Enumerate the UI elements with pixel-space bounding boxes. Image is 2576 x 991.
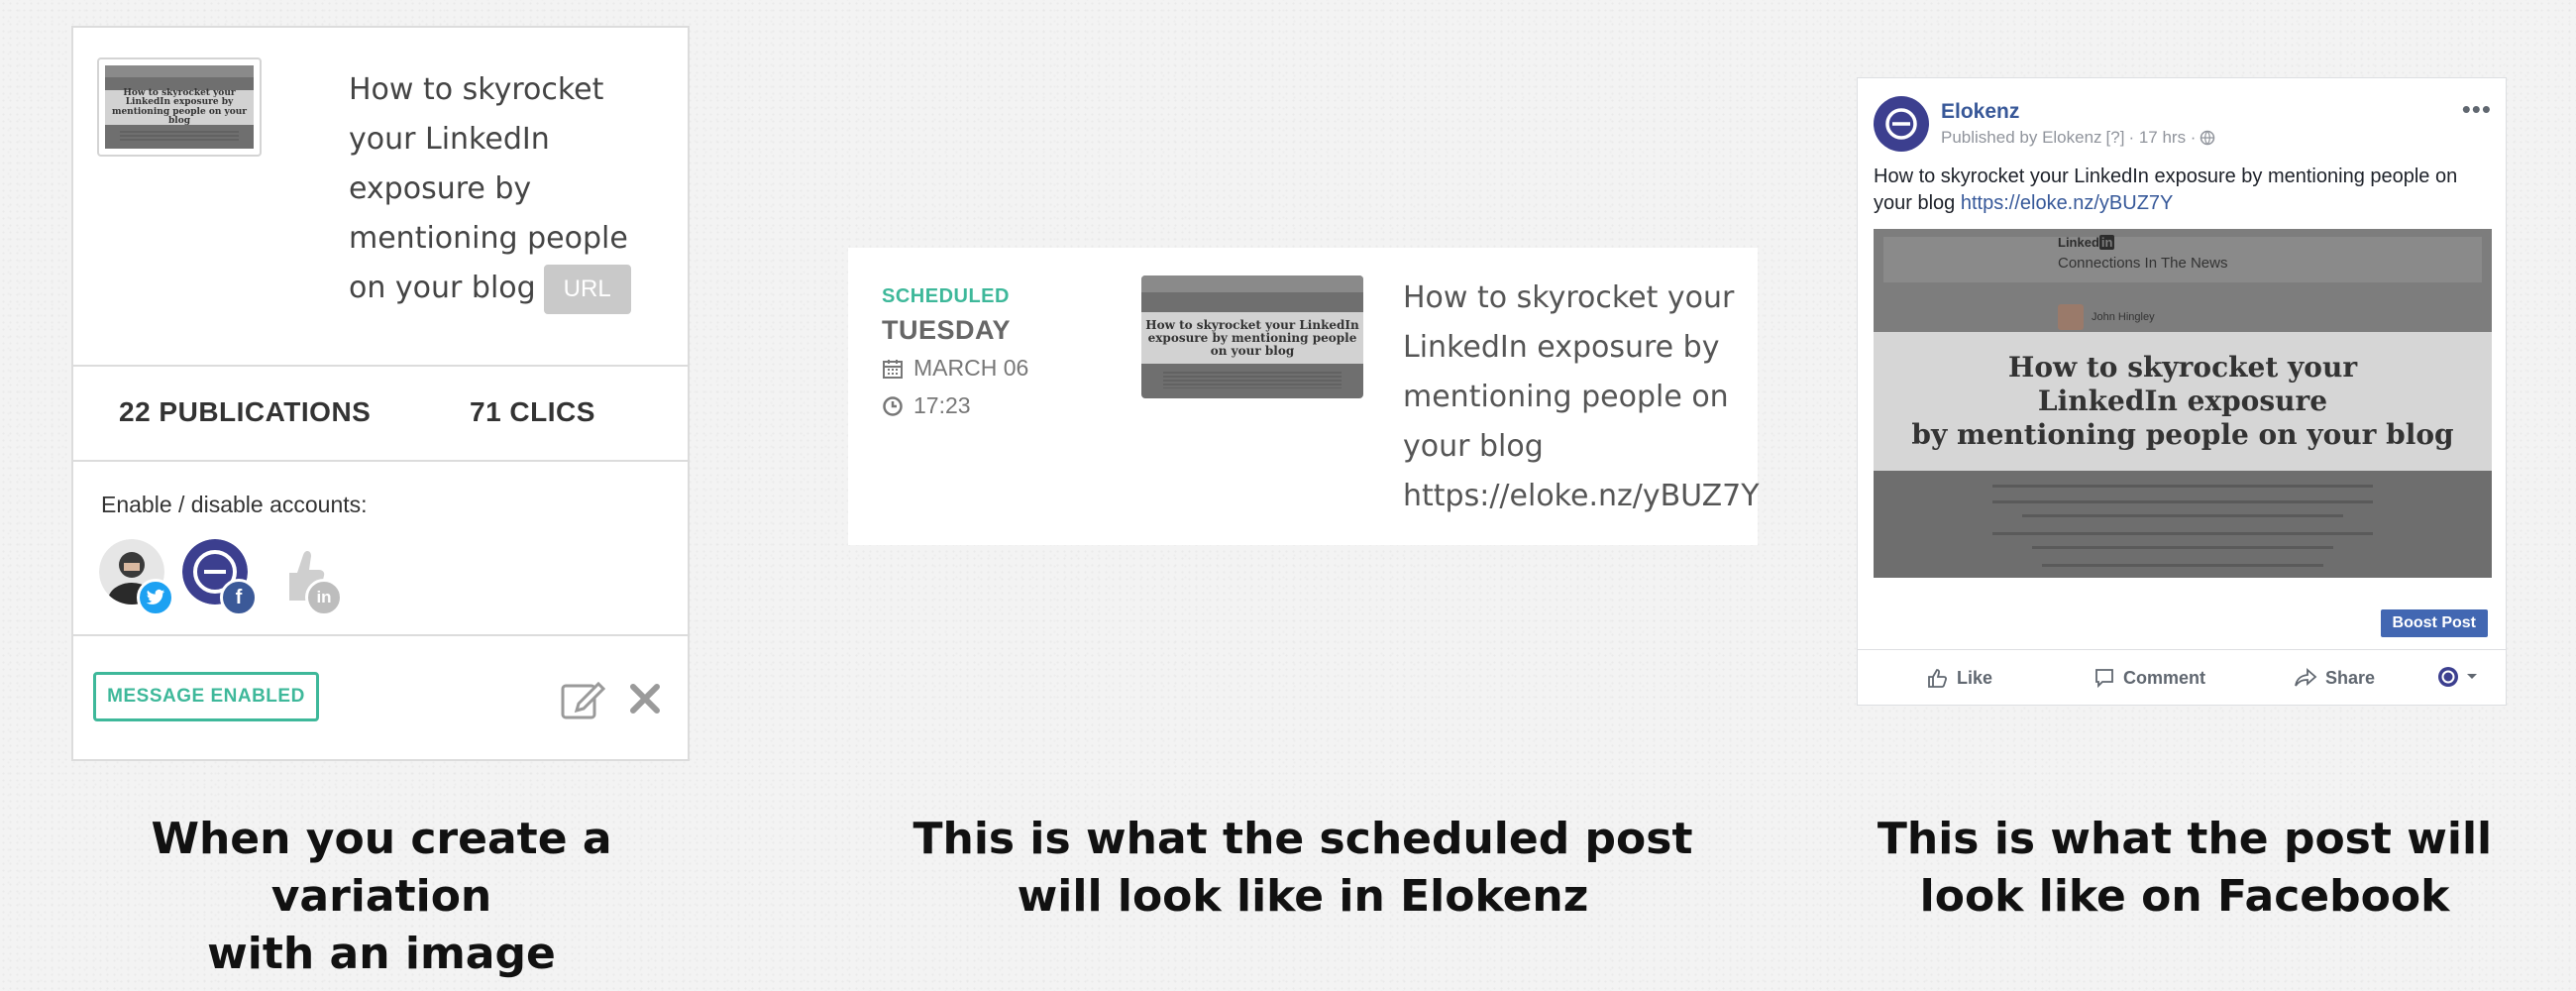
thumbnail-text-lines [120, 130, 239, 143]
post-text: How to skyrocket your LinkedIn exposure … [1874, 164, 2488, 217]
image-header [1874, 229, 2492, 332]
divider [73, 365, 688, 367]
post-as-selector[interactable] [2438, 667, 2478, 687]
post-meta: Published by Elokenz [?] · 17 hrs · [1941, 128, 2215, 148]
account-toggle-twitter[interactable] [99, 539, 174, 618]
variation-card: How to skyrocket your LinkedIn exposure … [71, 26, 690, 761]
comment-label: Comment [2123, 667, 2206, 688]
message-enabled-button[interactable]: MESSAGE ENABLED [93, 672, 319, 721]
facebook-post-preview: Elokenz Published by Elokenz [?] · 17 hr… [1857, 77, 2507, 706]
image-footer [1874, 471, 2492, 578]
scheduled-post-message: How to skyrocket your LinkedIn exposure … [1403, 280, 1735, 464]
post-time[interactable]: · 17 hrs · [2128, 128, 2196, 148]
footer-line [2032, 546, 2333, 549]
thumbnail-headline: How to skyrocket your LinkedIn exposure … [1141, 312, 1363, 365]
share-label: Share [2325, 667, 2376, 688]
scheduled-post-text: How to skyrocket your LinkedIn exposure … [1403, 274, 1760, 521]
scheduled-post-url[interactable]: https://eloke.nz/yBUZ7Y [1403, 479, 1760, 513]
image-subtitle: Connections In The News [2058, 255, 2228, 272]
twitter-icon [137, 579, 174, 616]
chevron-down-icon [2467, 674, 2477, 679]
footer-line [1992, 485, 2373, 488]
caption-line: This is what the scheduled post [912, 814, 1693, 864]
edit-icon[interactable] [561, 678, 606, 719]
help-link[interactable]: [?] [2106, 128, 2125, 148]
post-image[interactable]: Linked in Connections In The News John Hi… [1874, 229, 2492, 578]
linkedin-icon: in [305, 579, 343, 616]
scheduled-date-row: MARCH 06 [882, 355, 1028, 382]
page-avatar[interactable] [1874, 96, 1929, 152]
globe-icon[interactable] [2200, 130, 2215, 146]
headline-line: How to skyrocket your [2007, 351, 2358, 384]
footer-line [2042, 564, 2323, 567]
scheduled-time-row: 17:23 [882, 392, 971, 419]
caption-facebook: This is what the post will look like on … [1853, 811, 2517, 926]
thumbnail-headline: How to skyrocket your LinkedIn exposure … [105, 88, 254, 126]
caption-line: When you create a variation [151, 814, 612, 922]
image-brand-in: in [2098, 235, 2115, 250]
divider [73, 460, 688, 462]
thumbnail-header [105, 65, 254, 77]
account-toggle-linkedin[interactable]: in [268, 539, 343, 616]
divider [1858, 649, 2506, 650]
headline-line: by mentioning people on your blog [1911, 418, 2454, 451]
caption-variation: When you create a variation with an imag… [40, 811, 723, 983]
thumbnail-image: How to skyrocket your LinkedIn exposure … [105, 65, 254, 149]
variation-title: How to skyrocket your LinkedIn exposure … [349, 65, 646, 314]
elokenz-logo-icon [1885, 108, 1917, 140]
clock-icon [883, 395, 903, 416]
footer-line [1992, 532, 2373, 535]
caption-line: will look like in Elokenz [1017, 871, 1589, 922]
person-name: John Hingley [2092, 311, 2155, 323]
scheduled-time: 17:23 [913, 392, 971, 418]
enable-accounts-label: Enable / disable accounts: [101, 492, 368, 517]
image-person: John Hingley [2058, 304, 2155, 330]
like-button[interactable]: Like [1927, 667, 1992, 689]
divider [73, 634, 688, 636]
variation-thumbnail[interactable]: How to skyrocket your LinkedIn exposure … [97, 57, 262, 157]
elokenz-logo-icon [2438, 667, 2458, 687]
post-link[interactable]: https://eloke.nz/yBUZ7Y [1961, 192, 2174, 214]
close-icon[interactable] [628, 682, 662, 716]
comment-icon [2095, 669, 2113, 689]
caption-line: look like on Facebook [1919, 871, 2450, 922]
account-toggle-facebook[interactable]: f [182, 539, 258, 616]
status-badge: SCHEDULED [882, 285, 1010, 307]
person-avatar [2058, 304, 2084, 330]
facebook-icon: f [220, 579, 258, 616]
page-name[interactable]: Elokenz [1941, 100, 2019, 124]
image-headline-text: How to skyrocket your LinkedIn exposure … [1911, 351, 2453, 452]
more-options-icon[interactable]: ••• [2462, 94, 2492, 125]
thumbnail-text-lines [1163, 371, 1342, 389]
image-headline: How to skyrocket your LinkedIn exposure … [1874, 332, 2492, 471]
headline-line: LinkedIn exposure [2037, 385, 2328, 417]
footer-line [1992, 500, 2373, 503]
thumbnail-image: How to skyrocket your LinkedIn exposure … [1141, 275, 1363, 398]
comment-button[interactable]: Comment [2093, 667, 2205, 689]
thumbnail-header [1141, 275, 1363, 293]
share-icon [2295, 668, 2317, 687]
thumbs-up-icon [1928, 669, 1948, 688]
scheduled-date: MARCH 06 [913, 355, 1029, 381]
caption-line: with an image [207, 929, 556, 979]
scheduled-thumbnail[interactable]: How to skyrocket your LinkedIn exposure … [1141, 275, 1363, 398]
share-button[interactable]: Share [2294, 667, 2375, 689]
boost-post-button[interactable]: Boost Post [2380, 609, 2488, 637]
image-brand: Linked [2058, 235, 2099, 250]
scheduled-post-card: SCHEDULED TUESDAY MARCH 06 17:23 How to … [848, 248, 1760, 545]
image-linkedin-logo: Linked in [2058, 235, 2115, 250]
publications-count: 22 PUBLICATIONS [119, 396, 372, 427]
clics-count: 71 CLICS [470, 396, 595, 427]
caption-line: This is what the post will [1877, 814, 2493, 864]
calendar-icon [883, 359, 903, 379]
like-label: Like [1957, 667, 1993, 688]
published-by: Published by Elokenz [1941, 128, 2102, 147]
caption-scheduled: This is what the scheduled post will loo… [892, 811, 1714, 926]
scheduled-day: TUESDAY [882, 315, 1012, 345]
url-badge[interactable]: URL [543, 264, 631, 314]
footer-line [2022, 514, 2343, 517]
